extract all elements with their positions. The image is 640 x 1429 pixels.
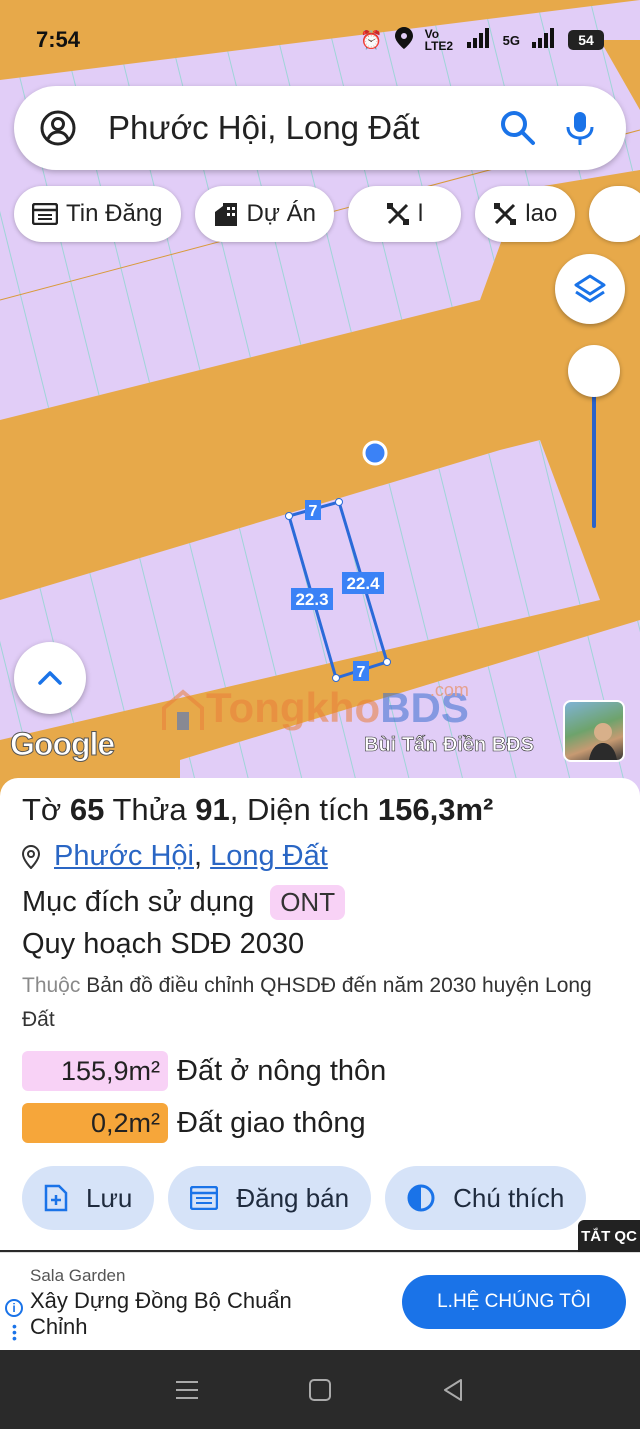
- close-ad-button[interactable]: TẮT QC: [578, 1220, 640, 1252]
- chip-label: l: [417, 200, 424, 227]
- district-link[interactable]: Long Đất: [210, 840, 328, 873]
- area-breakdown-row: 155,9m² Đất ở nông thôn: [22, 1051, 618, 1091]
- battery-icon: 54: [568, 30, 604, 50]
- signal-bars-icon: [532, 27, 556, 53]
- signal-bars-icon: [466, 27, 491, 53]
- add-document-icon: [44, 1184, 68, 1212]
- area-value-residential: 155,9m²: [22, 1051, 168, 1091]
- chip-du-an[interactable]: Dự Án: [194, 186, 334, 242]
- area-breakdown-row: 0,2m² Đất giao thông: [22, 1103, 618, 1143]
- opacity-slider-handle[interactable]: [568, 345, 620, 397]
- parcel-location: Phước Hội, Long Đất: [22, 840, 618, 873]
- home-icon[interactable]: [308, 1378, 332, 1402]
- tools-icon: [494, 203, 517, 225]
- layers-button[interactable]: [555, 254, 625, 324]
- info-icon[interactable]: i: [5, 1299, 23, 1317]
- house-logo-icon: [162, 689, 204, 730]
- account-icon[interactable]: [40, 110, 76, 146]
- svg-text:22.3: 22.3: [295, 590, 328, 609]
- area-label-residential: Đất ở nông thôn: [177, 1054, 387, 1087]
- edge-label-left: 22.3: [291, 588, 333, 610]
- expand-sheet-button[interactable]: [14, 642, 86, 714]
- microphone-icon[interactable]: [560, 108, 600, 148]
- svg-text:22.4: 22.4: [346, 574, 380, 593]
- system-nav-bar: [0, 1350, 640, 1429]
- author-credit: Bùi Tấn Điền BĐS: [364, 734, 535, 757]
- area-label-traffic: Đất giao thông: [177, 1106, 366, 1139]
- chip-tools-2[interactable]: lao: [475, 186, 576, 242]
- volte-icon: Vo LTE2: [424, 27, 454, 53]
- location-pin-icon: [22, 844, 40, 869]
- google-logo: Google: [9, 726, 115, 763]
- opacity-slider-track[interactable]: [592, 388, 596, 528]
- layers-icon: [574, 274, 606, 303]
- land-use-purpose: Mục đích sử dụng ONT: [22, 885, 618, 920]
- parcel-title: Tờ 65 Thửa 91, Diện tích 156,3m²: [22, 792, 494, 827]
- action-buttons: Lưu Đăng bán Chú thích: [22, 1166, 587, 1230]
- status-bar: 7:54 ⏰ Vo LTE2 5G 54: [0, 0, 640, 80]
- building-icon: [214, 203, 237, 226]
- chip-label: Tin Đăng: [66, 200, 163, 227]
- svg-text:7: 7: [309, 503, 318, 520]
- contrast-icon: [407, 1184, 435, 1212]
- chip-more[interactable]: [589, 186, 640, 242]
- area-value-traffic: 0,2m²: [22, 1103, 168, 1143]
- ad-headline: Xây Dựng Đồng Bộ Chuẩn Chỉnh: [30, 1288, 292, 1339]
- listing-icon: [190, 1186, 219, 1210]
- search-input[interactable]: Phước Hội, Long Đất: [108, 109, 476, 147]
- alarm-icon: ⏰: [360, 29, 383, 50]
- tongkho-watermark: TongkhoBDS .com: [160, 680, 469, 732]
- edge-label-top: 7: [305, 500, 321, 520]
- chevron-up-icon: [38, 671, 62, 685]
- back-icon[interactable]: [441, 1378, 465, 1402]
- ad-cta-button[interactable]: L.HỆ CHÚNG TÔI: [402, 1275, 626, 1329]
- plan-title: Quy hoạch SDĐ 2030: [22, 928, 305, 960]
- post-for-sale-button[interactable]: Đăng bán: [168, 1166, 372, 1230]
- edge-label-right: 22.4: [342, 572, 384, 594]
- location-pin-icon: [394, 26, 413, 54]
- chip-tools-1[interactable]: l: [347, 186, 462, 242]
- ad-banner[interactable]: i • • • Sala Garden Xây Dựng Đồng Bộ Chuẩn…: [0, 1252, 640, 1350]
- ad-brand: Sala Garden: [30, 1266, 126, 1285]
- svg-text:7: 7: [357, 664, 366, 681]
- land-use-code-badge: ONT: [270, 885, 346, 920]
- legend-button[interactable]: Chú thích: [385, 1166, 587, 1230]
- parcel-info-sheet: Tờ 65 Thửa 91, Diện tích 156,3m² Phước H…: [0, 778, 640, 1250]
- more-vertical-icon[interactable]: • • •: [12, 1319, 17, 1345]
- chip-tin-dang[interactable]: Tin Đăng: [14, 186, 181, 242]
- listing-icon: [32, 203, 58, 225]
- author-avatar[interactable]: [563, 700, 625, 762]
- signal-5g-label: 5G: [502, 32, 520, 48]
- chip-label: lao: [525, 200, 558, 227]
- plan-description: Thuộc Bản đồ điều chỉnh QHSDĐ đến năm 20…: [22, 974, 592, 1031]
- edge-label-bottom: 7: [353, 661, 369, 681]
- ward-link[interactable]: Phước Hội: [54, 840, 194, 873]
- chip-label: Dự Án: [246, 200, 316, 227]
- map-view[interactable]: 7 22.3 22.4 7 7:54 ⏰ Vo LTE2 5G 54 Phước…: [0, 0, 640, 800]
- filter-chips: Tin Đăng Dự Án l lao: [14, 186, 640, 242]
- search-bar[interactable]: Phước Hội, Long Đất: [14, 86, 626, 170]
- status-time: 7:54: [36, 27, 81, 52]
- recent-apps-icon[interactable]: [175, 1378, 199, 1402]
- save-button[interactable]: Lưu: [22, 1166, 155, 1230]
- my-location-dot: [362, 440, 388, 466]
- tools-icon: [386, 203, 409, 225]
- search-icon[interactable]: [498, 108, 538, 148]
